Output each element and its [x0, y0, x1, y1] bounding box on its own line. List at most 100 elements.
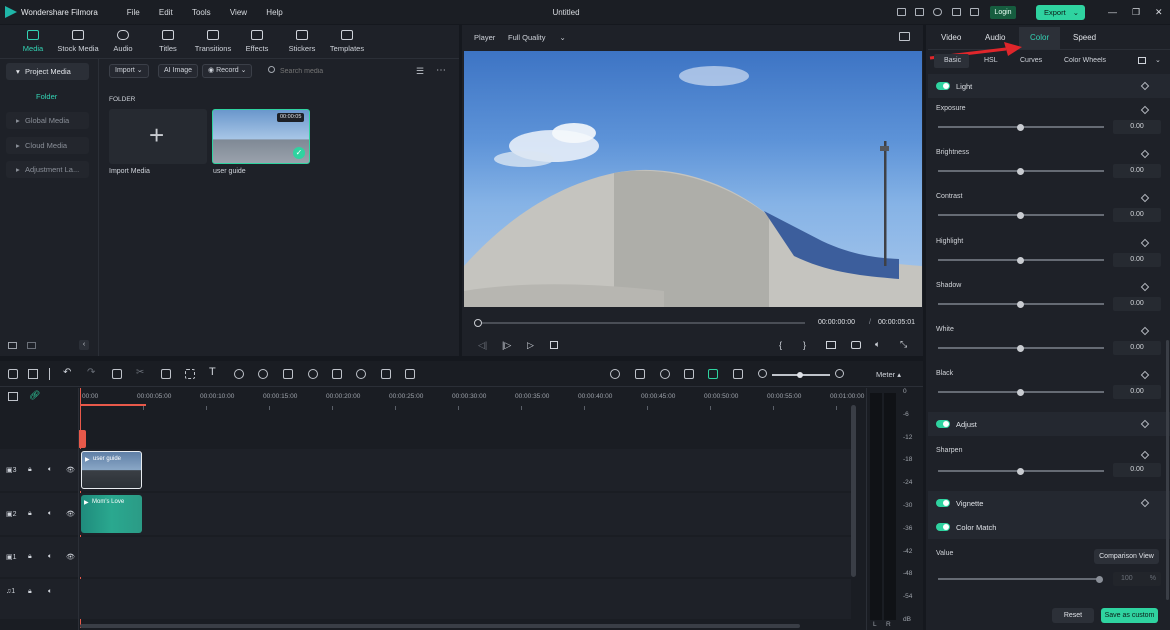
lock-icon[interactable]: 🔒︎	[28, 466, 32, 474]
folder-icon[interactable]	[27, 342, 36, 349]
comparison-view-button[interactable]: Comparison View	[1094, 549, 1159, 564]
stop-icon[interactable]	[550, 341, 558, 349]
zoom-in-icon[interactable]	[835, 369, 844, 378]
eye-icon[interactable]: 👁︎	[66, 466, 75, 474]
color-palette-icon[interactable]	[258, 369, 268, 379]
playback-scrubber[interactable]	[474, 319, 482, 327]
menu-file[interactable]: File	[127, 8, 140, 17]
shadow-value[interactable]: 0.00	[1113, 297, 1161, 311]
tab-effects[interactable]: Effects	[243, 30, 271, 53]
zoom-slider[interactable]	[772, 371, 830, 378]
caption-icon[interactable]	[733, 369, 743, 379]
more-icon[interactable]: ⋯	[436, 65, 446, 76]
sidebar-item-global-media[interactable]: ▸ Global Media	[6, 112, 89, 129]
timeline-horizontal-scrollbar[interactable]	[80, 624, 800, 628]
exposure-slider[interactable]	[938, 123, 1104, 131]
zoom-out-icon[interactable]	[758, 369, 767, 378]
ai-image-button[interactable]: AI Image	[158, 64, 199, 78]
menu-edit[interactable]: Edit	[159, 8, 173, 17]
user-guide-clip-thumbnail[interactable]: 00:00:05 ✓	[212, 109, 310, 164]
tab-templates[interactable]: Templates	[328, 30, 366, 53]
timeline-clip-moms-love[interactable]: ▶ Mom's Love	[81, 495, 142, 533]
microphone-icon[interactable]	[660, 369, 670, 379]
mark-in-icon[interactable]: {	[779, 340, 782, 350]
shadow-slider[interactable]	[938, 300, 1104, 308]
playhead-marker[interactable]	[78, 430, 86, 448]
maximize-icon[interactable]: ❐	[1132, 7, 1140, 18]
menu-view[interactable]: View	[230, 8, 247, 17]
slider-knob[interactable]	[1017, 123, 1024, 131]
marker-icon[interactable]	[635, 369, 645, 379]
sidebar-item-cloud-media[interactable]: ▸ Cloud Media	[6, 137, 89, 154]
black-slider[interactable]	[938, 388, 1104, 396]
slider-knob[interactable]	[1017, 167, 1024, 175]
render-icon[interactable]	[610, 369, 620, 379]
text-tool-icon[interactable]: T	[209, 366, 216, 378]
tab-audio[interactable]: Audio	[109, 30, 137, 53]
reset-button[interactable]: Reset	[1052, 608, 1094, 623]
select-tool-icon[interactable]	[28, 369, 38, 379]
timer-icon[interactable]	[308, 369, 318, 379]
monitor-icon[interactable]	[897, 8, 906, 16]
sharpen-slider[interactable]	[938, 467, 1104, 475]
white-slider[interactable]	[938, 344, 1104, 352]
sharpen-value[interactable]: 0.00	[1113, 463, 1161, 477]
mark-out-icon[interactable]: }	[803, 340, 806, 350]
tab-media[interactable]: Media	[19, 30, 47, 53]
tab-color[interactable]: Color	[1030, 33, 1049, 42]
audio-beat-icon[interactable]	[185, 369, 195, 379]
value-slider[interactable]	[938, 575, 1103, 583]
menu-tools[interactable]: Tools	[192, 8, 211, 17]
voiceover-icon[interactable]	[684, 369, 694, 379]
import-button[interactable]: Import ⌄	[109, 64, 149, 78]
contrast-slider[interactable]	[938, 211, 1104, 219]
white-value[interactable]: 0.00	[1113, 341, 1161, 355]
timeline-clip-user-guide[interactable]: ▶ user guide	[81, 451, 142, 489]
sidebar-item-project-media[interactable]: ▾ Project Media	[6, 63, 89, 80]
search-input[interactable]	[280, 64, 400, 78]
color-match-toggle[interactable]	[936, 523, 950, 531]
step-back-icon[interactable]: ◁|	[478, 340, 487, 351]
gift-icon[interactable]	[970, 8, 979, 16]
compare-icon[interactable]	[1138, 57, 1146, 64]
tab-speed[interactable]: Speed	[1073, 33, 1096, 42]
login-button[interactable]: Login	[990, 6, 1016, 19]
volume-icon[interactable]: 🔈︎	[875, 339, 880, 350]
multicam-icon[interactable]	[381, 369, 391, 379]
import-media-tile[interactable]: +	[109, 109, 207, 164]
highlight-slider[interactable]	[938, 256, 1104, 264]
collapse-sidebar-icon[interactable]: ‹	[79, 340, 89, 350]
lock-icon[interactable]: 🔒︎	[28, 553, 32, 561]
record-button[interactable]: ◉ Record ⌄	[202, 64, 253, 78]
search-box[interactable]	[266, 63, 406, 79]
speaker-icon[interactable]: 🔈︎	[48, 466, 52, 474]
slider-knob[interactable]	[1096, 575, 1103, 583]
slider-knob[interactable]	[1017, 467, 1024, 475]
slider-knob[interactable]	[1017, 211, 1024, 219]
tab-stickers[interactable]: Stickers	[286, 30, 318, 53]
brightness-slider[interactable]	[938, 167, 1104, 175]
crop-icon[interactable]	[161, 369, 171, 379]
lock-icon[interactable]: 🔒︎	[28, 588, 32, 596]
snapshot-settings-icon[interactable]	[899, 32, 910, 41]
display-icon[interactable]	[826, 341, 836, 349]
redo-icon[interactable]: ↷	[87, 367, 95, 378]
chevron-down-icon[interactable]: ⌄	[1155, 56, 1161, 64]
timeline-vertical-scrollbar[interactable]	[851, 405, 856, 577]
link-icon[interactable]: 🔗︎	[29, 390, 40, 401]
scissors-icon[interactable]: ✂	[136, 367, 144, 378]
subtab-hsl[interactable]: HSL	[984, 57, 998, 64]
bell-icon[interactable]	[952, 8, 961, 16]
lock-icon[interactable]: 🔒︎	[28, 510, 32, 518]
freeze-frame-icon[interactable]	[405, 369, 415, 379]
subtab-color-wheels[interactable]: Color Wheels	[1064, 57, 1107, 64]
delete-icon[interactable]	[112, 369, 122, 379]
ai-cutout-icon[interactable]	[283, 369, 293, 379]
speaker-icon[interactable]: 🔈︎	[48, 553, 52, 561]
panel-scrollbar[interactable]	[1166, 340, 1169, 600]
adjust-toggle[interactable]	[936, 420, 950, 428]
slider-knob[interactable]	[1017, 388, 1024, 396]
exposure-value[interactable]: 0.00	[1113, 120, 1161, 134]
camera-icon[interactable]	[851, 341, 861, 349]
black-value[interactable]: 0.00	[1113, 385, 1161, 399]
